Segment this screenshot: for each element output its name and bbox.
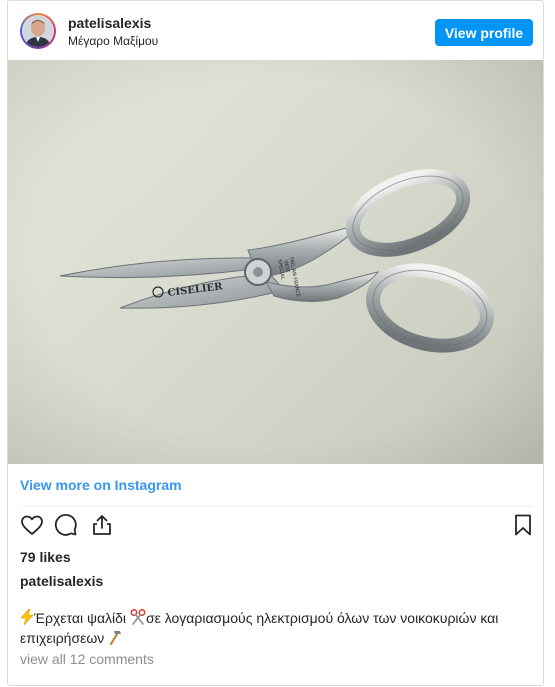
location[interactable]: Μέγαρο Μαξίμου xyxy=(68,34,158,48)
comment-bubble-icon[interactable] xyxy=(54,513,78,542)
caption-text: Έρχεται ψαλίδι σε λογαριασμούς ηλεκτρισμ… xyxy=(20,608,535,649)
caption-part-1: Έρχεται ψαλίδι xyxy=(34,610,130,626)
avatar[interactable] xyxy=(20,13,56,49)
hammer-emoji xyxy=(108,629,124,649)
heart-icon[interactable] xyxy=(20,513,44,542)
post-photo[interactable]: CISELIER FAIL AN FRANCE INOX SPECIAL xyxy=(8,60,543,464)
lightning-emoji xyxy=(20,608,34,629)
bookmark-icon[interactable] xyxy=(511,513,535,542)
view-profile-button[interactable]: View profile xyxy=(435,19,533,46)
view-more-link[interactable]: View more on Instagram xyxy=(20,477,182,493)
likes-count[interactable]: 79 likes xyxy=(20,549,71,565)
avatar-photo xyxy=(22,15,54,47)
share-icon[interactable] xyxy=(90,513,114,542)
post-header: patelisalexis Μέγαρο Μαξίμου View profil… xyxy=(8,1,543,60)
action-bar xyxy=(8,513,543,543)
view-comments-link[interactable]: view all 12 comments xyxy=(20,651,154,667)
scissors-emoji xyxy=(130,608,146,629)
username[interactable]: patelisalexis xyxy=(68,15,151,31)
instagram-embed-card: patelisalexis Μέγαρο Μαξίμου View profil… xyxy=(7,0,544,686)
caption-username[interactable]: patelisalexis xyxy=(20,573,103,589)
divider xyxy=(20,506,533,507)
